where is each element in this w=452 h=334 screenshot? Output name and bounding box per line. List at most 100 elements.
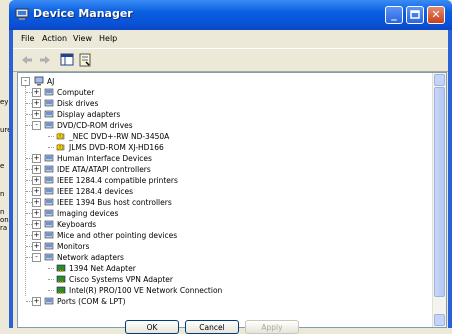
svg-text:!: ! [59,134,61,140]
menu-action[interactable]: Action [42,34,67,43]
collapse-toggle[interactable]: - [32,121,41,130]
warning-device-icon: ! [56,142,66,152]
tree-item-ieee-1284-4-printers[interactable]: + IEEE 1284.4 compatible printers [26,175,392,186]
device-category-icon [44,98,54,108]
expand-toggle[interactable]: + [32,99,41,108]
network-card-icon [56,263,66,273]
title-bar[interactable]: Device Manager _ ✕ [9,0,452,30]
device-manager-window: Device Manager _ ✕ File Action View Help… [9,0,452,334]
expand-toggle[interactable]: + [32,198,41,207]
tree-item-mice-pointing-devices[interactable]: + Mice and other pointing devices [26,230,392,241]
expand-toggle[interactable]: + [32,242,41,251]
background-text: n [0,190,5,198]
device-category-icon [44,153,54,163]
tree-item-computer[interactable]: + Computer [26,87,392,98]
tree-item-jlms-dvd-rom[interactable]: ! JLMS DVD-ROM XJ-HD166 [48,142,412,153]
tree-item-label: IEEE 1394 Bus host controllers [57,198,172,207]
menu-help[interactable]: Help [99,34,117,43]
tree-item-disk-drives[interactable]: + Disk drives [26,98,392,109]
tree-item-cisco-vpn-adapter[interactable]: Cisco Systems VPN Adapter [48,274,412,285]
ok-button[interactable]: OK [125,320,179,334]
show-hide-console-tree-icon[interactable] [59,52,75,68]
minimize-button[interactable]: _ [385,6,403,24]
background-text: n [0,208,5,216]
expand-toggle[interactable]: + [32,176,41,185]
tree-item-label: IEEE 1284.4 devices [57,187,133,196]
tree-guide-line [48,290,54,291]
tree-item-ide-ata-atapi-controllers[interactable]: + IDE ATA/ATAPI controllers [26,164,392,175]
menu-view[interactable]: View [73,34,92,43]
tree-guide-line [48,136,54,137]
background-text: on [0,216,9,224]
tree-item-intel-pro-100[interactable]: Intel(R) PRO/100 VE Network Connection [48,285,412,296]
tree-item-label: Keyboards [57,220,97,229]
network-card-icon [56,285,66,295]
svg-text:!: ! [59,145,61,151]
close-icon: ✕ [431,8,441,21]
tree-item-label: Intel(R) PRO/100 VE Network Connection [69,286,223,295]
tree-item-imaging-devices[interactable]: + Imaging devices [26,208,392,219]
tree-item-network-adapters[interactable]: - Network adapters [26,252,392,263]
tree-item-ieee-1284-4-devices[interactable]: + IEEE 1284.4 devices [26,186,392,197]
device-category-icon [44,120,54,130]
expand-toggle[interactable]: + [32,297,41,306]
tree-item-label: DVD/CD-ROM drives [57,121,133,130]
device-category-icon [44,296,54,306]
tree-item-keyboards[interactable]: + Keyboards [26,219,392,230]
device-tree: - AJ + Computer + Disk drives + Display adapt… [17,72,447,328]
vertical-scrollbar[interactable] [432,73,446,327]
tree-item-label: Mice and other pointing devices [57,231,178,240]
device-category-icon [44,186,54,196]
tree-item-label: JLMS DVD-ROM XJ-HD166 [69,143,164,152]
warning-device-icon: ! [56,131,66,141]
forward-arrow-icon[interactable] [37,52,53,68]
network-card-icon [56,274,66,284]
expand-toggle[interactable]: + [32,220,41,229]
tree-item-human-interface-devices[interactable]: + Human Interface Devices [26,153,392,164]
tree-guide-line [48,279,54,280]
expand-toggle[interactable]: + [32,88,41,97]
expand-toggle[interactable]: + [32,110,41,119]
tree-item-nec-dvd-rw[interactable]: ! _NEC DVD+-RW ND-3450A [48,131,412,142]
maximize-icon [410,10,420,19]
tree-item-ieee-1394-bus-host-controllers[interactable]: + IEEE 1394 Bus host controllers [26,197,392,208]
tree-item-label: Ports (COM & LPT) [57,297,126,306]
expand-toggle[interactable]: + [32,209,41,218]
tree-item-label: Display adapters [57,110,121,119]
tree-item-label: Imaging devices [57,209,119,218]
collapse-toggle[interactable]: - [21,77,30,86]
tree-item-1394-net-adapter[interactable]: 1394 Net Adapter [48,263,412,274]
close-button[interactable]: ✕ [427,6,445,24]
apply-button[interactable]: Apply [245,320,299,334]
menu-bar: File Action View Help [13,32,448,48]
menu-file[interactable]: File [21,34,34,43]
maximize-button[interactable] [406,6,424,24]
tree-guide-line [48,147,54,148]
tree-item-display-adapters[interactable]: + Display adapters [26,109,392,120]
background-text: e [0,162,5,170]
tree-root[interactable]: - AJ [21,76,321,87]
expand-toggle[interactable]: + [32,187,41,196]
tree-item-label: IEEE 1284.4 compatible printers [57,176,178,185]
collapse-toggle[interactable]: - [32,253,41,262]
tree-item-ports-com-lpt[interactable]: + Ports (COM & LPT) [26,296,392,307]
device-category-icon [44,164,54,174]
cancel-button[interactable]: Cancel [185,320,239,334]
tree-item-dvd-cdrom-drives[interactable]: - DVD/CD-ROM drives [26,120,392,131]
device-category-icon [44,241,54,251]
scroll-down-button[interactable] [434,314,445,326]
device-category-icon [44,230,54,240]
tree-guide-line [48,268,54,269]
back-arrow-icon[interactable] [19,52,35,68]
tree-item-label: Network adapters [57,253,124,262]
expand-toggle[interactable]: + [32,165,41,174]
tree-item-label: Computer [57,88,95,97]
tree-item-monitors[interactable]: + Monitors [26,241,392,252]
expand-toggle[interactable]: + [32,154,41,163]
properties-icon[interactable] [77,52,93,68]
device-manager-icon [15,8,29,20]
scroll-thumb[interactable] [434,87,445,297]
tree-item-label: _NEC DVD+-RW ND-3450A [69,132,170,141]
expand-toggle[interactable]: + [32,231,41,240]
scroll-up-button[interactable] [434,74,445,86]
